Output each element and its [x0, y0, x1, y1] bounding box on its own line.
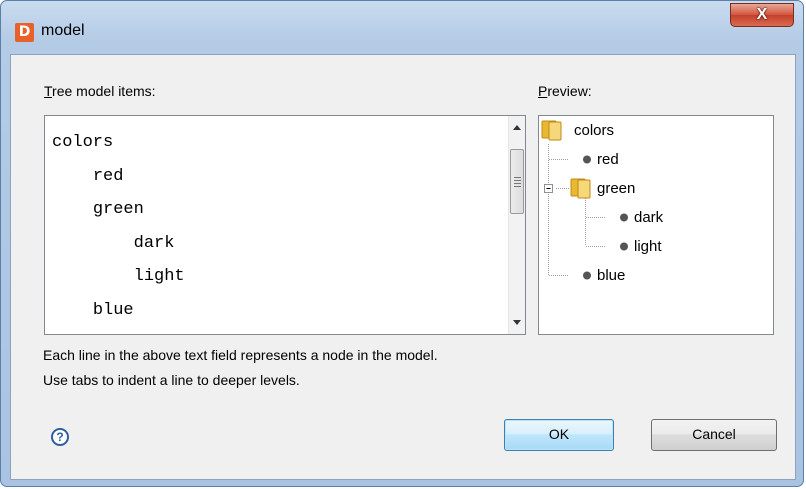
cancel-button[interactable]: Cancel	[651, 419, 777, 451]
leaf-icon	[583, 155, 591, 164]
tree-node-red[interactable]: red	[597, 151, 619, 168]
ok-button[interactable]: OK	[504, 419, 614, 451]
textarea-scrollbar[interactable]	[508, 116, 525, 334]
dialog-body: Tree model items: colors red green dark …	[10, 54, 796, 480]
grip-line	[514, 177, 521, 178]
tree-node-green[interactable]: green	[597, 180, 635, 197]
scroll-down-arrow-icon[interactable]	[513, 320, 521, 325]
window-title: model	[41, 22, 85, 39]
grip-line	[514, 186, 521, 187]
close-button[interactable]: X	[730, 3, 794, 27]
preview-label: Preview:	[538, 83, 592, 99]
preview-tree[interactable]: colors red green dark light blue	[538, 115, 774, 335]
leaf-icon	[620, 213, 628, 222]
tree-items-label-text: ree model items:	[52, 83, 156, 99]
scrollbar-thumb[interactable]	[510, 149, 524, 214]
close-icon: X	[756, 6, 768, 23]
preview-label-accelerator: P	[538, 83, 548, 99]
tree-items-label-accelerator: T	[44, 83, 53, 99]
dialog-window: D model X Tree model items: colors red g…	[0, 0, 804, 487]
tree-items-textarea[interactable]: colors red green dark light blue	[44, 115, 526, 335]
help-text-line-1: Each line in the above text field repres…	[43, 347, 438, 363]
app-icon: D	[15, 23, 34, 42]
grip-line	[514, 183, 521, 184]
tree-node-light[interactable]: light	[634, 238, 662, 255]
grip-line	[514, 180, 521, 181]
help-icon[interactable]: ?	[51, 428, 69, 446]
tree-items-text[interactable]: colors red green dark light blue	[52, 126, 185, 327]
folder-icon	[541, 120, 562, 141]
collapse-icon[interactable]	[544, 184, 553, 193]
preview-label-text: review:	[547, 83, 592, 99]
tree-node-colors[interactable]: colors	[574, 122, 614, 139]
leaf-icon	[620, 242, 628, 251]
tree-graphics	[541, 120, 628, 280]
leaf-icon	[583, 271, 591, 280]
tree-items-label: Tree model items:	[44, 83, 156, 99]
help-text-line-2: Use tabs to indent a line to deeper leve…	[43, 372, 300, 388]
tree-node-dark[interactable]: dark	[634, 209, 663, 226]
scroll-up-arrow-icon[interactable]	[513, 125, 521, 130]
title-bar[interactable]: D model X	[1, 1, 803, 53]
folder-icon	[570, 178, 591, 199]
tree-node-blue[interactable]: blue	[597, 267, 625, 284]
